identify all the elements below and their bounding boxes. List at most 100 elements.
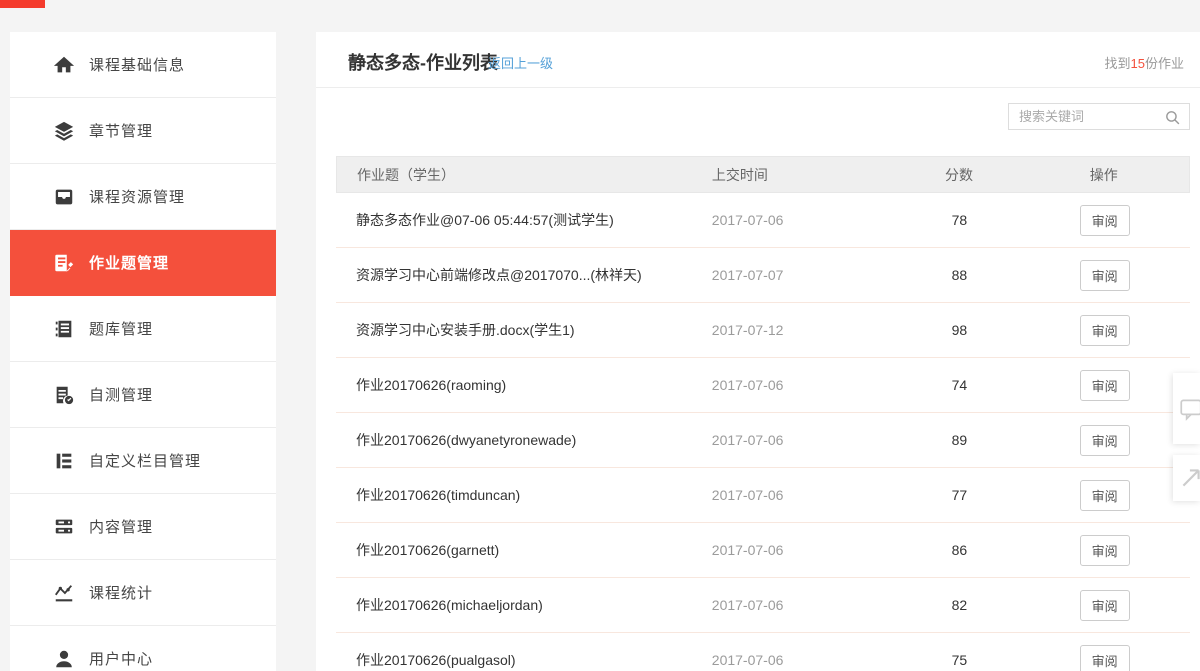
submit-time: 2017-07-06 bbox=[711, 652, 784, 668]
review-button[interactable]: 审阅 bbox=[1079, 314, 1130, 346]
chat-bubble-icon bbox=[1180, 398, 1200, 421]
score-value: 98 bbox=[951, 322, 968, 338]
score-value: 86 bbox=[951, 542, 968, 558]
layers-icon bbox=[53, 120, 75, 142]
table-row: 资源学习中心安装手册.docx(学生1) 2017-07-12 98 审阅 bbox=[336, 303, 1190, 358]
self-test-icon bbox=[53, 384, 75, 406]
submit-time: 2017-07-12 bbox=[711, 322, 784, 338]
table-row: 作业20170626(michaeljordan) 2017-07-06 82 审阅 bbox=[336, 578, 1190, 633]
score-value: 75 bbox=[951, 652, 968, 668]
table-row: 作业20170626(timduncan) 2017-07-06 77 审阅 bbox=[336, 468, 1190, 523]
sidebar-nav: 课程基础信息 章节管理课程资源管理 作业题管理题库管理自测管理自定义栏目管理 内容管理… bbox=[10, 32, 276, 671]
search-icon[interactable] bbox=[1164, 109, 1181, 126]
back-to-top-widget[interactable] bbox=[1173, 455, 1200, 501]
review-button[interactable]: 审阅 bbox=[1079, 589, 1130, 621]
score-value: 82 bbox=[951, 597, 968, 613]
assignment-name: 作业20170626(pualgasol) bbox=[356, 652, 516, 668]
assignment-name: 作业20170626(michaeljordan) bbox=[356, 597, 543, 613]
toolbar bbox=[316, 88, 1200, 136]
custom-column-icon bbox=[53, 450, 75, 472]
sidebar-item-6[interactable]: 自测管理 bbox=[10, 362, 276, 428]
question-bank-icon bbox=[53, 318, 75, 340]
review-button[interactable]: 审阅 bbox=[1079, 479, 1130, 511]
sidebar-item-label: 内容管理 bbox=[89, 519, 154, 536]
review-button[interactable]: 审阅 bbox=[1079, 534, 1130, 566]
submit-time: 2017-07-06 bbox=[711, 487, 784, 503]
submit-time: 2017-07-06 bbox=[711, 377, 784, 393]
stats-icon bbox=[53, 582, 75, 604]
user-icon bbox=[53, 648, 75, 670]
submit-time: 2017-07-06 bbox=[711, 212, 784, 228]
found-suffix: 份作业 bbox=[1144, 56, 1184, 71]
submit-time: 2017-07-07 bbox=[711, 267, 784, 283]
home-icon bbox=[53, 54, 75, 76]
found-count-text: 找到15份作业 bbox=[1105, 53, 1185, 72]
assignment-name: 作业20170626(garnett) bbox=[356, 542, 500, 558]
sidebar: 课程基础信息 章节管理课程资源管理 作业题管理题库管理自测管理自定义栏目管理 内容管理… bbox=[10, 32, 276, 671]
assignment-name: 静态多态作业@07-06 05:44:57(测试学生) bbox=[356, 212, 614, 228]
assignment-name: 作业20170626(dwyanetyronewade) bbox=[356, 432, 577, 448]
sidebar-item-label: 用户中心 bbox=[89, 651, 154, 668]
score-value: 74 bbox=[951, 377, 968, 393]
action-cell: 审阅 bbox=[1019, 644, 1190, 671]
sidebar-item-7[interactable]: 自定义栏目管理 bbox=[10, 428, 276, 494]
sidebar-item-3[interactable]: 课程资源管理 bbox=[10, 164, 276, 230]
sidebar-item-label: 题库管理 bbox=[89, 321, 154, 338]
review-button[interactable]: 审阅 bbox=[1079, 424, 1130, 456]
score-value: 77 bbox=[951, 487, 968, 503]
content-header: 静态多态-作业列表 返回上一级 找到15份作业 bbox=[316, 32, 1200, 88]
assignments-table: 作业题（学生） 上交时间 分数 操作 静态多态作业@07-06 05:44:57… bbox=[336, 156, 1190, 671]
action-cell: 审阅 bbox=[1019, 314, 1190, 346]
submit-time: 2017-07-06 bbox=[711, 597, 784, 613]
sidebar-item-label: 自定义栏目管理 bbox=[89, 453, 202, 470]
table-header-row: 作业题（学生） 上交时间 分数 操作 bbox=[336, 156, 1190, 193]
sidebar-item-10[interactable]: 用户中心 bbox=[10, 626, 276, 671]
column-header-score: 分数 bbox=[944, 166, 973, 183]
table-row: 静态多态作业@07-06 05:44:57(测试学生) 2017-07-06 78 审… bbox=[336, 193, 1190, 248]
column-header-submit-time: 上交时间 bbox=[711, 166, 768, 183]
content-server-icon bbox=[53, 516, 75, 538]
action-cell: 审阅 bbox=[1019, 534, 1190, 566]
column-header-action: 操作 bbox=[1089, 166, 1118, 183]
table-row: 资源学习中心前端修改点@2017070...(林祥天) 2017-07-07 88 审… bbox=[336, 248, 1190, 303]
action-cell: 审阅 bbox=[1019, 369, 1190, 401]
sidebar-item-label: 章节管理 bbox=[89, 123, 154, 140]
sidebar-item-9[interactable]: 课程统计 bbox=[10, 560, 276, 626]
action-cell: 审阅 bbox=[1019, 259, 1190, 291]
assignment-name: 作业20170626(raoming) bbox=[356, 377, 507, 393]
archive-icon bbox=[53, 186, 75, 208]
sidebar-item-1[interactable]: 课程基础信息 bbox=[10, 32, 276, 98]
sidebar-item-label: 课程基础信息 bbox=[89, 57, 186, 74]
assignment-name: 作业20170626(timduncan) bbox=[356, 487, 521, 503]
feedback-widget[interactable] bbox=[1173, 373, 1200, 444]
action-cell: 审阅 bbox=[1019, 479, 1190, 511]
search-input[interactable] bbox=[1009, 104, 1157, 129]
score-value: 78 bbox=[951, 212, 968, 228]
sidebar-item-5[interactable]: 题库管理 bbox=[10, 296, 276, 362]
review-button[interactable]: 审阅 bbox=[1079, 644, 1130, 671]
action-cell: 审阅 bbox=[1019, 424, 1190, 456]
score-value: 89 bbox=[951, 432, 968, 448]
arrow-up-icon bbox=[1182, 469, 1200, 487]
table-body: 静态多态作业@07-06 05:44:57(测试学生) 2017-07-06 78 审… bbox=[336, 193, 1190, 671]
review-button[interactable]: 审阅 bbox=[1079, 204, 1130, 236]
found-prefix: 找到 bbox=[1104, 56, 1131, 71]
homework-edit-icon bbox=[53, 252, 75, 274]
table-row: 作业20170626(raoming) 2017-07-06 74 审阅 bbox=[336, 358, 1190, 413]
sidebar-item-8[interactable]: 内容管理 bbox=[10, 494, 276, 560]
sidebar-item-4[interactable]: 作业题管理 bbox=[10, 230, 276, 296]
review-button[interactable]: 审阅 bbox=[1079, 369, 1130, 401]
main-panel: 静态多态-作业列表 返回上一级 找到15份作业 作业题（学生） 上交时间 分数 … bbox=[316, 32, 1200, 671]
table-row: 作业20170626(pualgasol) 2017-07-06 75 审阅 bbox=[336, 633, 1190, 671]
sidebar-item-label: 课程资源管理 bbox=[89, 189, 186, 206]
table-row: 作业20170626(garnett) 2017-07-06 86 审阅 bbox=[336, 523, 1190, 578]
back-link[interactable]: 返回上一级 bbox=[488, 53, 553, 72]
review-button[interactable]: 审阅 bbox=[1079, 259, 1130, 291]
sidebar-item-label: 课程统计 bbox=[89, 585, 154, 602]
sidebar-item-label: 自测管理 bbox=[89, 387, 154, 404]
action-cell: 审阅 bbox=[1019, 589, 1190, 621]
score-value: 88 bbox=[951, 267, 968, 283]
found-count: 15 bbox=[1130, 56, 1145, 71]
sidebar-item-2[interactable]: 章节管理 bbox=[10, 98, 276, 164]
sidebar-item-label: 作业题管理 bbox=[89, 255, 170, 272]
